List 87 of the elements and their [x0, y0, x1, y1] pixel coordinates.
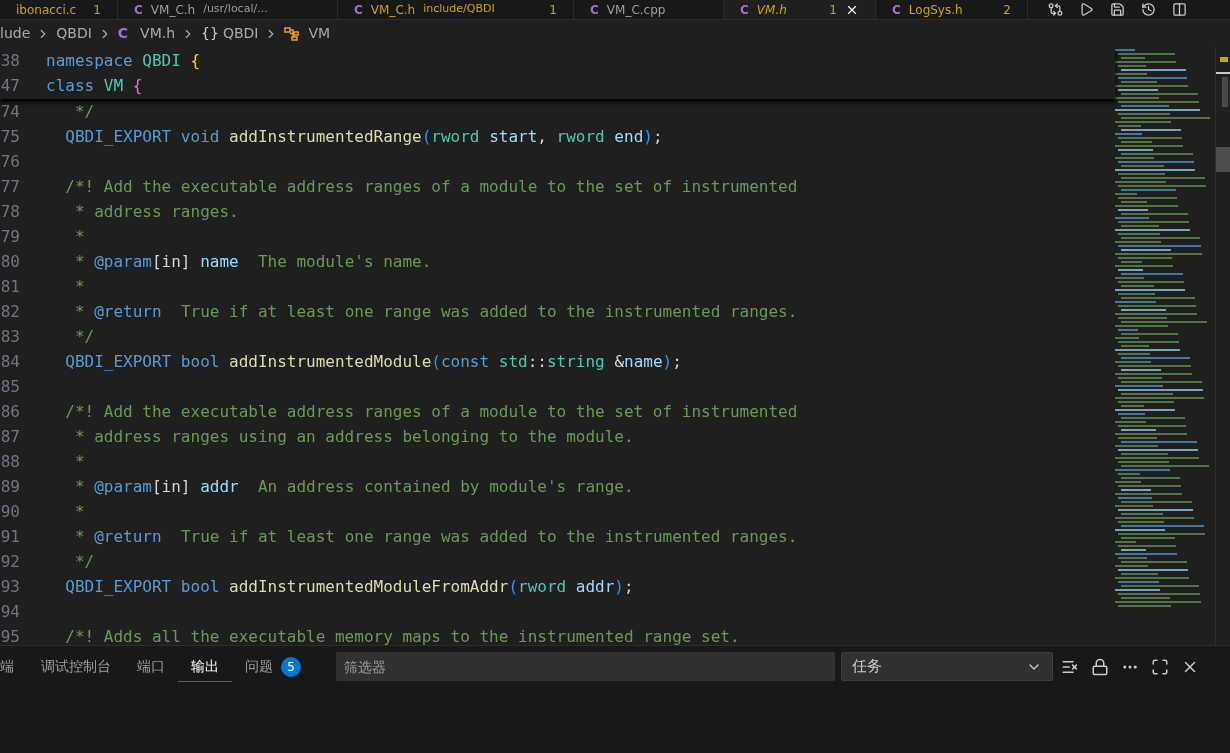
split-editor-icon[interactable]: [1172, 2, 1187, 17]
line-number: 80: [0, 250, 20, 273]
panel-tab[interactable]: 输出: [178, 652, 232, 682]
filter-field[interactable]: 筛选器: [336, 652, 835, 681]
c-file-icon: C: [117, 23, 129, 44]
save-icon[interactable]: [1110, 2, 1125, 17]
lock-icon[interactable]: [1091, 657, 1109, 676]
line-number: 84: [0, 350, 20, 373]
code-line: *: [73, 225, 85, 248]
code-line: * @param[in] addr An address contained by module's range.: [73, 475, 634, 498]
compare-icon[interactable]: [1048, 2, 1063, 17]
line-number: 86: [0, 400, 20, 423]
panel-tab[interactable]: 端: [0, 652, 28, 682]
panel-tab[interactable]: 端口: [124, 652, 178, 682]
code-line: * @return True if at least one range was added to the instrumented ranges.: [73, 300, 798, 323]
line-number: 89: [0, 475, 20, 498]
line-number: 83: [0, 325, 20, 348]
line-number: 88: [0, 450, 20, 473]
line-number: 38: [0, 49, 20, 72]
line-number: 81: [0, 275, 20, 298]
problem-count: 1: [93, 1, 101, 19]
problem-count: 1: [829, 1, 837, 19]
code-line: */: [73, 100, 95, 123]
tab-label: LogSys.h: [908, 1, 963, 19]
channel-dropdown[interactable]: 任务: [841, 652, 1053, 681]
tab-label: VM.h: [756, 1, 787, 19]
tab-label: VM_C.h: [370, 1, 416, 19]
tab-description: include/QBDI: [423, 1, 495, 18]
line-number: 82: [0, 300, 20, 323]
run-icon[interactable]: [1079, 2, 1094, 17]
line-number: 92: [0, 550, 20, 573]
code-line: * @param[in] name The module's name.: [73, 250, 432, 273]
code-line: * address ranges using an address belonging to the module.: [73, 425, 634, 448]
code-line: QBDI_EXPORT bool addInstrumentedModule(const std::string &name);: [64, 350, 682, 373]
code-line: /*! Add the executable address ranges of a module to the set of instrumented: [64, 175, 798, 198]
code-line: class VM {: [46, 74, 143, 97]
line-number: 78: [0, 200, 20, 223]
code-line: * @return True if at least one range was added to the instrumented ranges.: [73, 525, 798, 548]
panel-tab[interactable]: 问题 5: [232, 652, 314, 682]
line-number: 87: [0, 425, 20, 448]
breadcrumb-item[interactable]: QBDI: [56, 23, 92, 44]
breadcrumb-item[interactable]: lude: [0, 23, 31, 44]
c-file-icon: C: [892, 0, 901, 19]
c-file-icon: C: [740, 0, 749, 19]
tab-label: VM_C.cpp: [606, 1, 666, 19]
line-number: 75: [0, 125, 20, 148]
code-line: */: [73, 550, 95, 573]
code-line: *: [73, 500, 85, 523]
problem-count: 2: [1003, 1, 1011, 19]
code-line: *: [73, 275, 85, 298]
breadcrumb-item[interactable]: VM.h: [140, 23, 176, 44]
code-line: QBDI_EXPORT void addInstrumentedRange(rword start, rword end);: [64, 125, 663, 148]
tab-label: ibonacci.c: [16, 1, 77, 19]
code-line: *: [73, 450, 85, 473]
c-file-icon: C: [354, 0, 363, 19]
line-number: 74: [0, 100, 20, 123]
line-number: 85: [0, 375, 20, 398]
namespace-icon: {}: [201, 23, 219, 44]
line-number: 95: [0, 625, 20, 645]
line-number: 93: [0, 575, 20, 598]
line-number: 79: [0, 225, 20, 248]
tab-description: /usr/local/...: [203, 1, 268, 18]
line-number: 94: [0, 600, 20, 623]
line-number: 47: [0, 74, 20, 97]
line-number: 90: [0, 500, 20, 523]
code-line: * address ranges.: [73, 200, 239, 223]
maximize-icon[interactable]: [1151, 657, 1169, 676]
line-number: 91: [0, 525, 20, 548]
line-number: 77: [0, 175, 20, 198]
code-line: /*! Adds all the executable memory maps to the instrumented range set.: [64, 625, 740, 645]
history-icon[interactable]: [1141, 2, 1156, 17]
tab-label: VM_C.h: [150, 1, 196, 19]
code-line: namespace QBDI {: [46, 49, 201, 72]
scrollbar[interactable]: [1215, 47, 1230, 645]
class-icon: [284, 25, 301, 42]
breadcrumb-item[interactable]: QBDI: [222, 23, 259, 44]
breadcrumb-item[interactable]: VM: [308, 23, 331, 44]
problem-count: 1: [549, 1, 557, 19]
c-file-icon: C: [134, 0, 143, 19]
editor-tab[interactable]: C VM.h 1: [724, 0, 876, 19]
c-file-icon: C: [590, 0, 599, 19]
code-line: QBDI_EXPORT bool addInstrumentedModuleFromAddr(rword addr);: [64, 575, 634, 598]
code-line: /*! Add the executable address ranges of a module to the set of instrumented: [64, 400, 798, 423]
count-badge: 5: [281, 656, 301, 677]
code-line: */: [73, 325, 95, 348]
panel-tab[interactable]: 调试控制台: [28, 652, 124, 682]
line-number: 76: [0, 150, 20, 173]
